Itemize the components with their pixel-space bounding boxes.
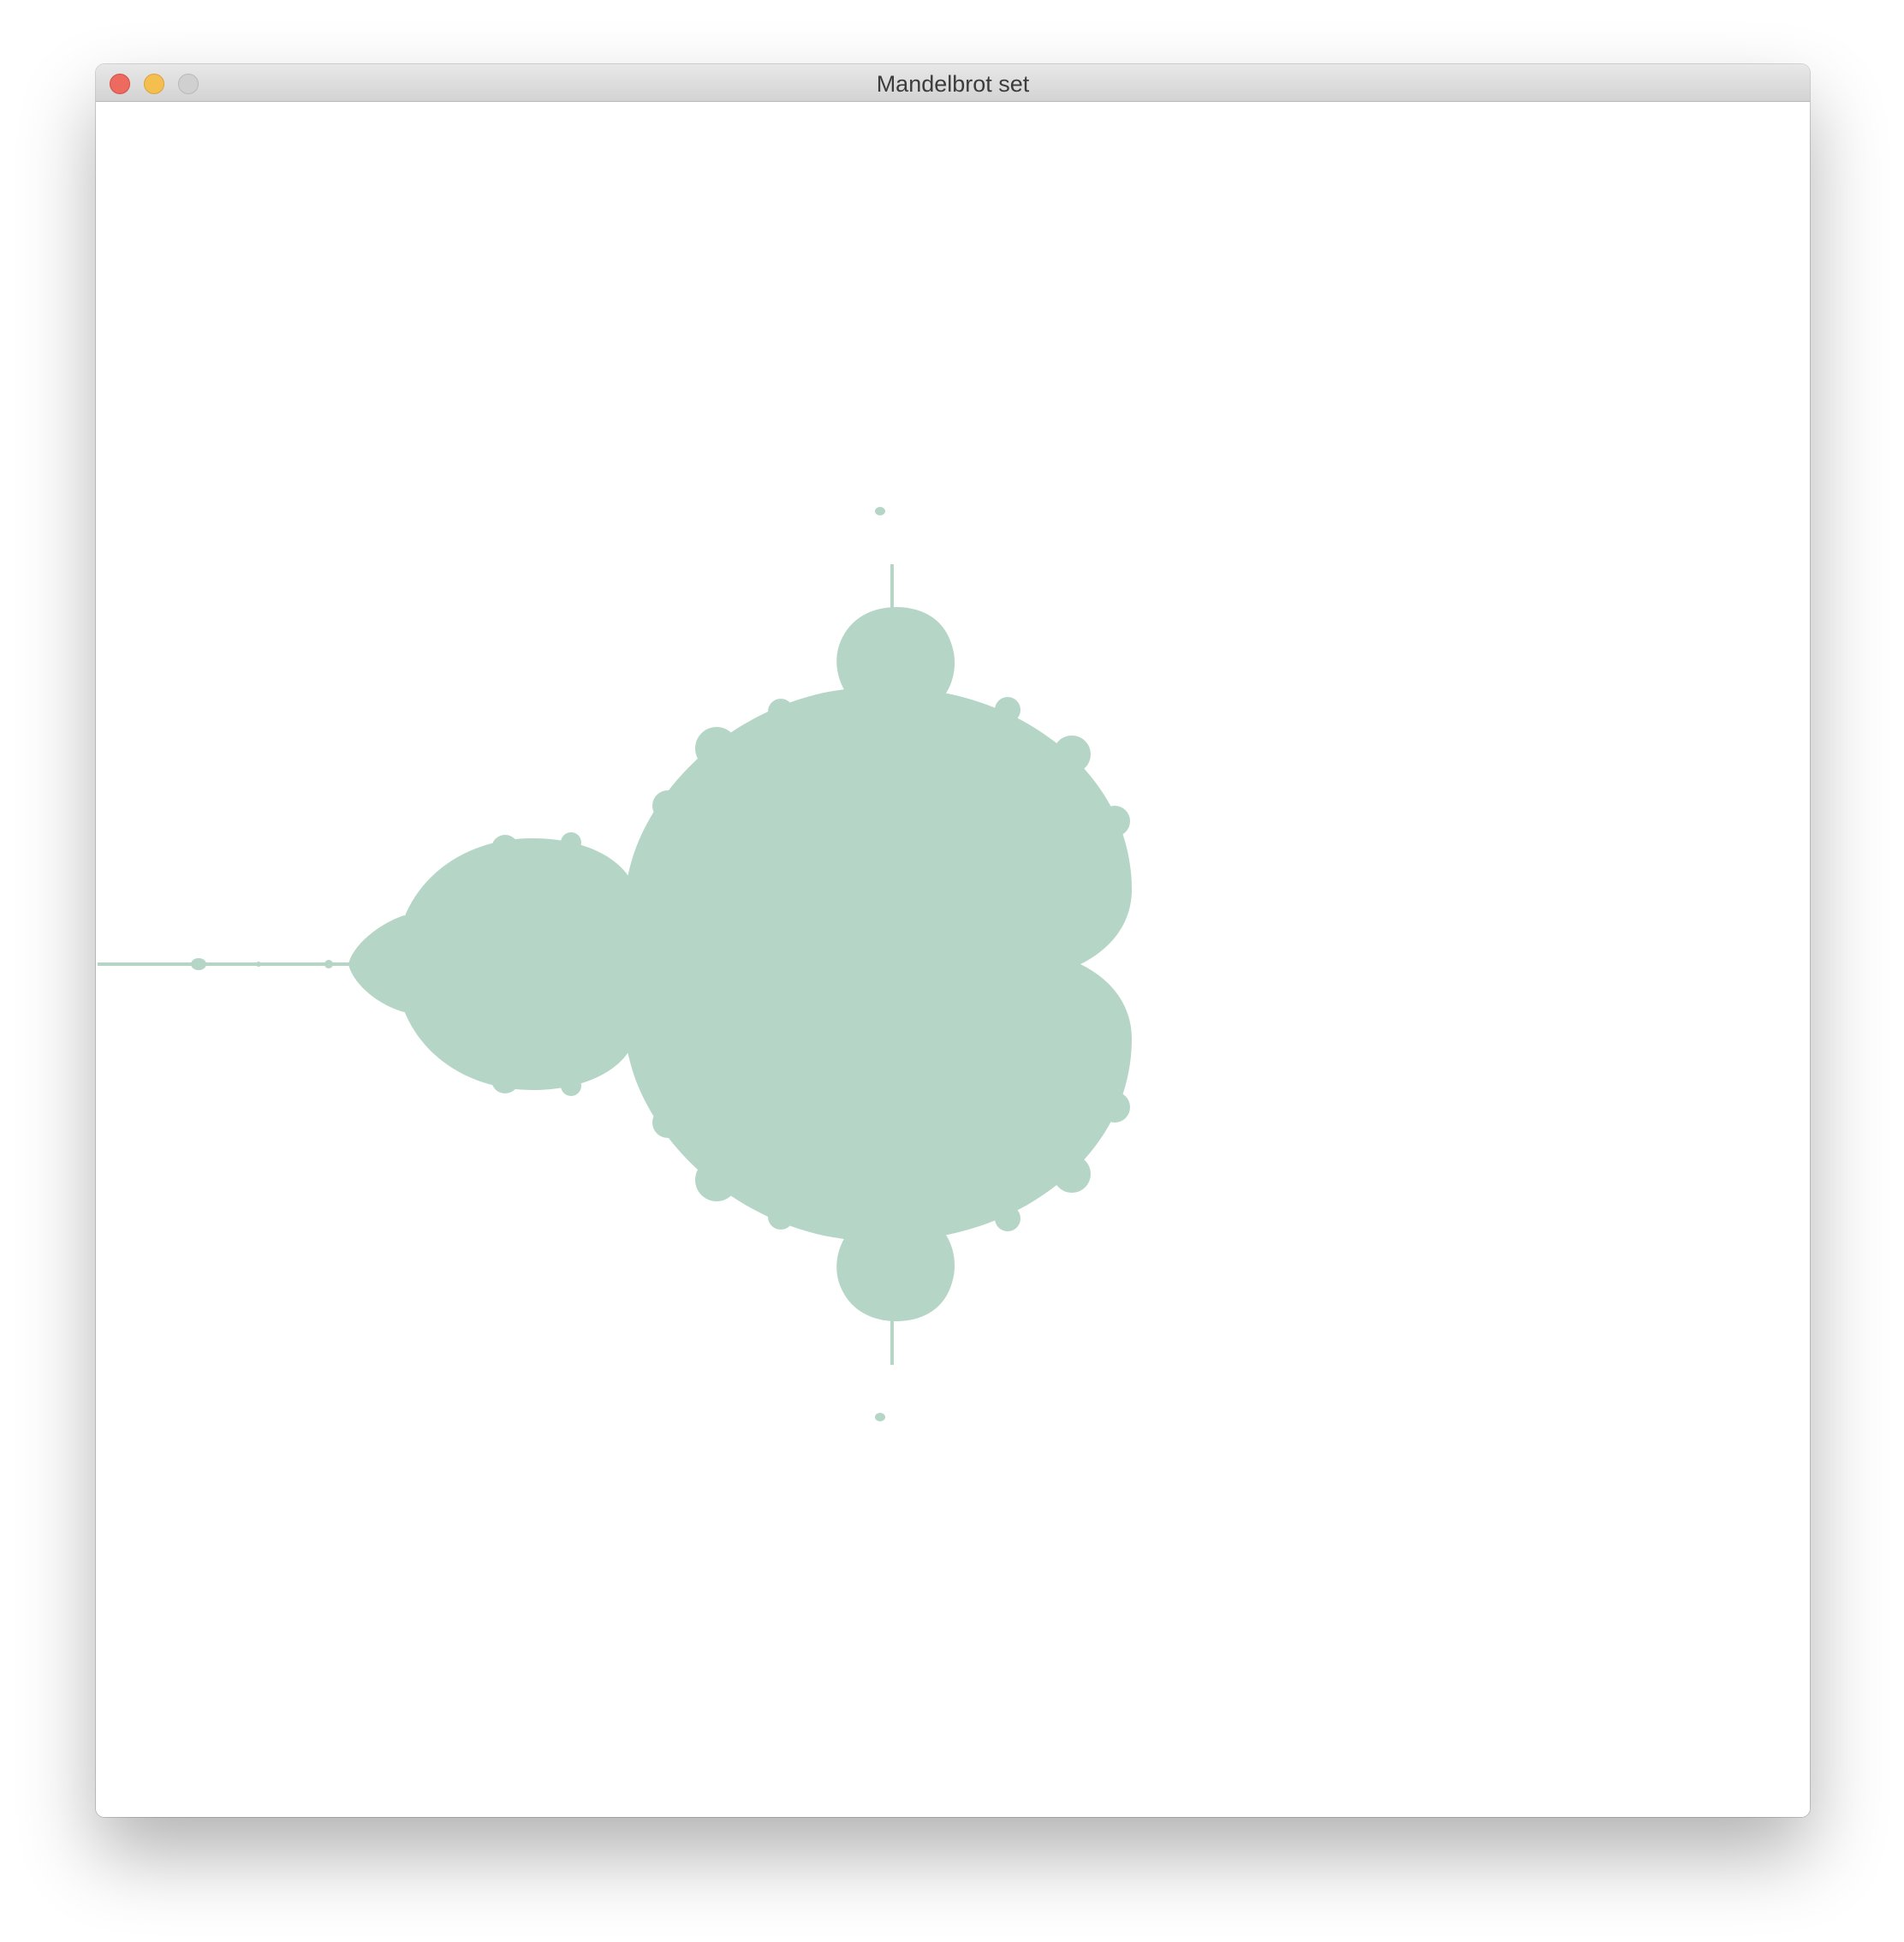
- lower-side-bulb-1: [695, 1159, 738, 1201]
- bottom-mini-bulb: [875, 1413, 885, 1421]
- lower-side-bulb-3: [1053, 1155, 1091, 1193]
- mandelbrot-shape: [98, 507, 1132, 1421]
- top-filament: [890, 564, 894, 611]
- period-2-bulb: [396, 838, 637, 1090]
- upper-side-bulb-1: [695, 727, 738, 770]
- left-bulb-fringe-bottom-2: [561, 1075, 581, 1096]
- antenna-bulb-small: [324, 960, 333, 968]
- upper-side-bulb-4: [1099, 806, 1130, 837]
- app-window: Mandelbrot set: [96, 64, 1810, 1817]
- bottom-filament: [890, 1318, 894, 1365]
- window-title: Mandelbrot set: [876, 71, 1030, 97]
- left-bulb-fringe-bottom: [491, 1066, 519, 1093]
- antenna-bulb-large: [191, 958, 206, 970]
- mandelbrot-canvas[interactable]: [96, 102, 1810, 1817]
- lower-side-bulb-4: [1099, 1092, 1130, 1123]
- lower-side-bulb-6: [768, 1204, 794, 1230]
- top-mini-bulb: [875, 507, 885, 515]
- left-bulb-fringe-top-2: [561, 832, 581, 853]
- upper-side-bulb-6: [768, 699, 794, 724]
- lower-side-bulb-2: [652, 1107, 683, 1138]
- upper-side-bulb-3: [1053, 736, 1091, 773]
- title-bar[interactable]: Mandelbrot set: [96, 64, 1810, 102]
- bottom-bulb: [836, 1223, 955, 1321]
- left-bulb-fringe-top: [491, 835, 519, 862]
- main-cardioid: [623, 687, 1132, 1242]
- upper-side-bulb-2: [652, 790, 683, 821]
- mandelbrot-drawing: [98, 507, 1132, 1421]
- top-bulb: [836, 607, 955, 706]
- upper-side-bulb-5: [995, 697, 1020, 723]
- antenna-bulb-tiny: [256, 962, 261, 967]
- lower-side-bulb-5: [995, 1206, 1020, 1231]
